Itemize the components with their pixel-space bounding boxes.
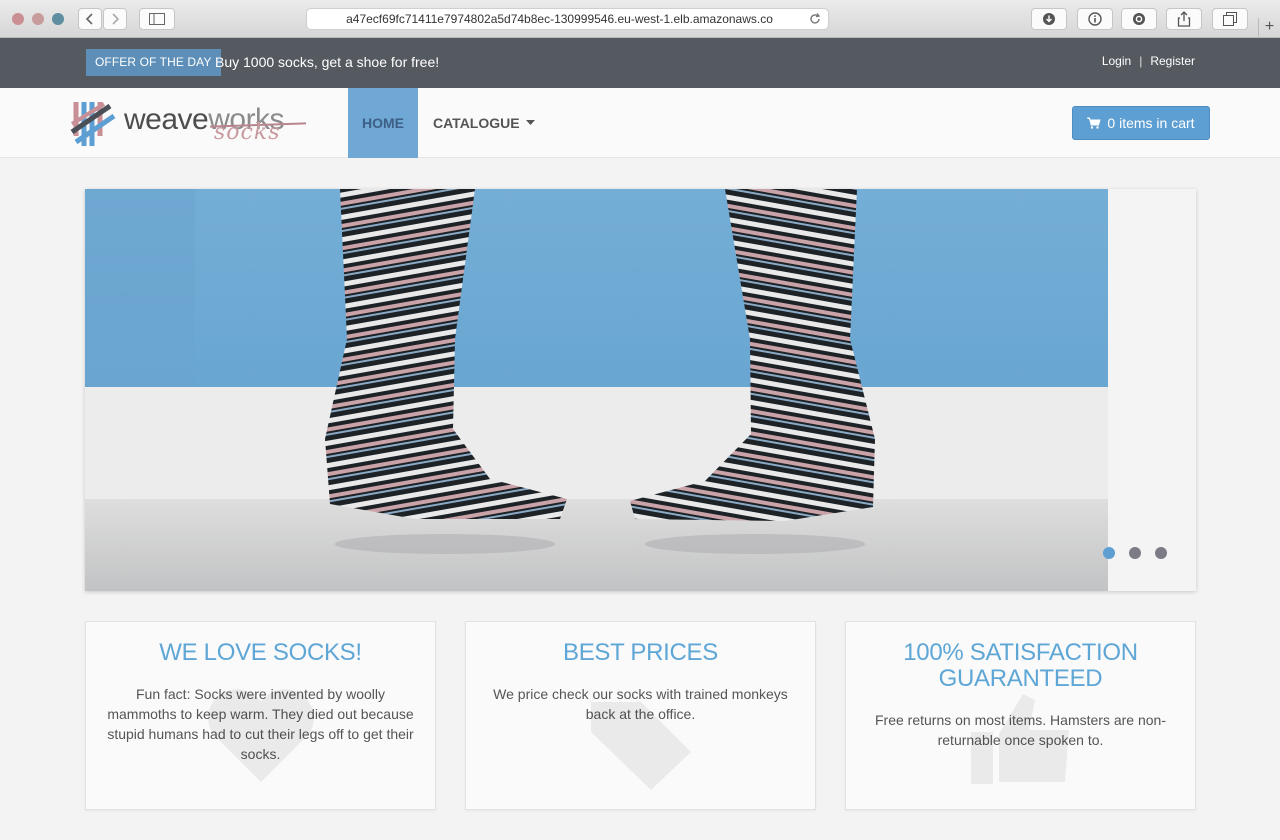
register-link[interactable]: Register	[1150, 54, 1195, 68]
info-button[interactable]	[1077, 8, 1113, 30]
downloads-button[interactable]	[1031, 8, 1067, 30]
extension-icon	[1133, 13, 1145, 25]
nav-home[interactable]: HOME	[348, 88, 418, 158]
carousel-dot-3[interactable]	[1155, 547, 1167, 559]
shopping-cart-icon	[1087, 117, 1102, 129]
thumbs-up-icon	[970, 694, 1069, 784]
hero-carousel[interactable]	[85, 189, 1196, 591]
feature-title: BEST PRICES	[563, 639, 718, 666]
chevron-right-icon	[112, 13, 120, 25]
heart-icon	[207, 689, 314, 782]
nav-catalogue[interactable]: CATALOGUE	[433, 115, 535, 131]
sidebar-button[interactable]	[139, 8, 175, 30]
cart-button[interactable]: 0 items in cart	[1072, 106, 1210, 140]
feature-box-prices: BEST PRICES We price check our socks wit…	[465, 621, 816, 810]
tabs-icon	[1223, 12, 1237, 26]
carousel-dot-2[interactable]	[1129, 547, 1141, 559]
weaveworks-socks-logo[interactable]: weaveworks socks	[70, 96, 310, 150]
sidebar-icon	[149, 13, 165, 25]
reload-icon[interactable]	[808, 12, 822, 29]
info-icon	[1088, 12, 1102, 26]
offer-text: Buy 1000 socks, get a shoe for free!	[215, 54, 440, 70]
url-text: a47ecf69fc71411e7974802a5d74b8ec-1309995…	[346, 12, 773, 26]
auth-links: Login | Register	[1102, 54, 1195, 68]
logo-weave: weave	[124, 103, 209, 136]
main-navbar: weaveworks socks HOME CATALOGUE 0 items …	[0, 88, 1280, 158]
striped-socks-photo	[85, 189, 1196, 591]
feature-box-socks: WE LOVE SOCKS! Fun fact: Socks were inve…	[85, 621, 436, 810]
feature-box-satisfaction: 100% SATISFACTION GUARANTEED Free return…	[845, 621, 1196, 810]
download-icon	[1043, 13, 1055, 25]
caret-down-icon	[525, 120, 535, 125]
nav-catalogue-label: CATALOGUE	[433, 115, 520, 131]
logo-socks: socks	[214, 120, 281, 145]
browser-chrome: a47ecf69fc71411e7974802a5d74b8ec-1309995…	[0, 0, 1280, 38]
carousel-indicators	[1103, 547, 1167, 559]
chevron-left-icon	[85, 13, 93, 25]
feature-title: WE LOVE SOCKS!	[159, 639, 362, 666]
back-button[interactable]	[78, 8, 102, 30]
offer-bar: OFFER OF THE DAY Buy 1000 socks, get a s…	[0, 38, 1280, 88]
new-tab-button[interactable]: +	[1258, 18, 1280, 38]
tag-icon	[590, 702, 691, 790]
close-window-button[interactable]	[12, 13, 24, 25]
login-link[interactable]: Login	[1102, 54, 1131, 68]
carousel-dot-1[interactable]	[1103, 547, 1115, 559]
forward-button[interactable]	[103, 8, 127, 30]
share-icon	[1177, 11, 1191, 27]
share-button[interactable]	[1166, 8, 1202, 30]
extension-button[interactable]	[1121, 8, 1157, 30]
logo-mark-icon	[70, 102, 116, 146]
maximize-window-button[interactable]	[52, 13, 64, 25]
tabs-overview-button[interactable]	[1212, 8, 1248, 30]
address-bar[interactable]: a47ecf69fc71411e7974802a5d74b8ec-1309995…	[306, 8, 829, 30]
auth-separator: |	[1139, 54, 1143, 68]
minimize-window-button[interactable]	[32, 13, 44, 25]
cart-label: 0 items in cart	[1107, 115, 1195, 131]
offer-badge: OFFER OF THE DAY	[86, 49, 221, 76]
